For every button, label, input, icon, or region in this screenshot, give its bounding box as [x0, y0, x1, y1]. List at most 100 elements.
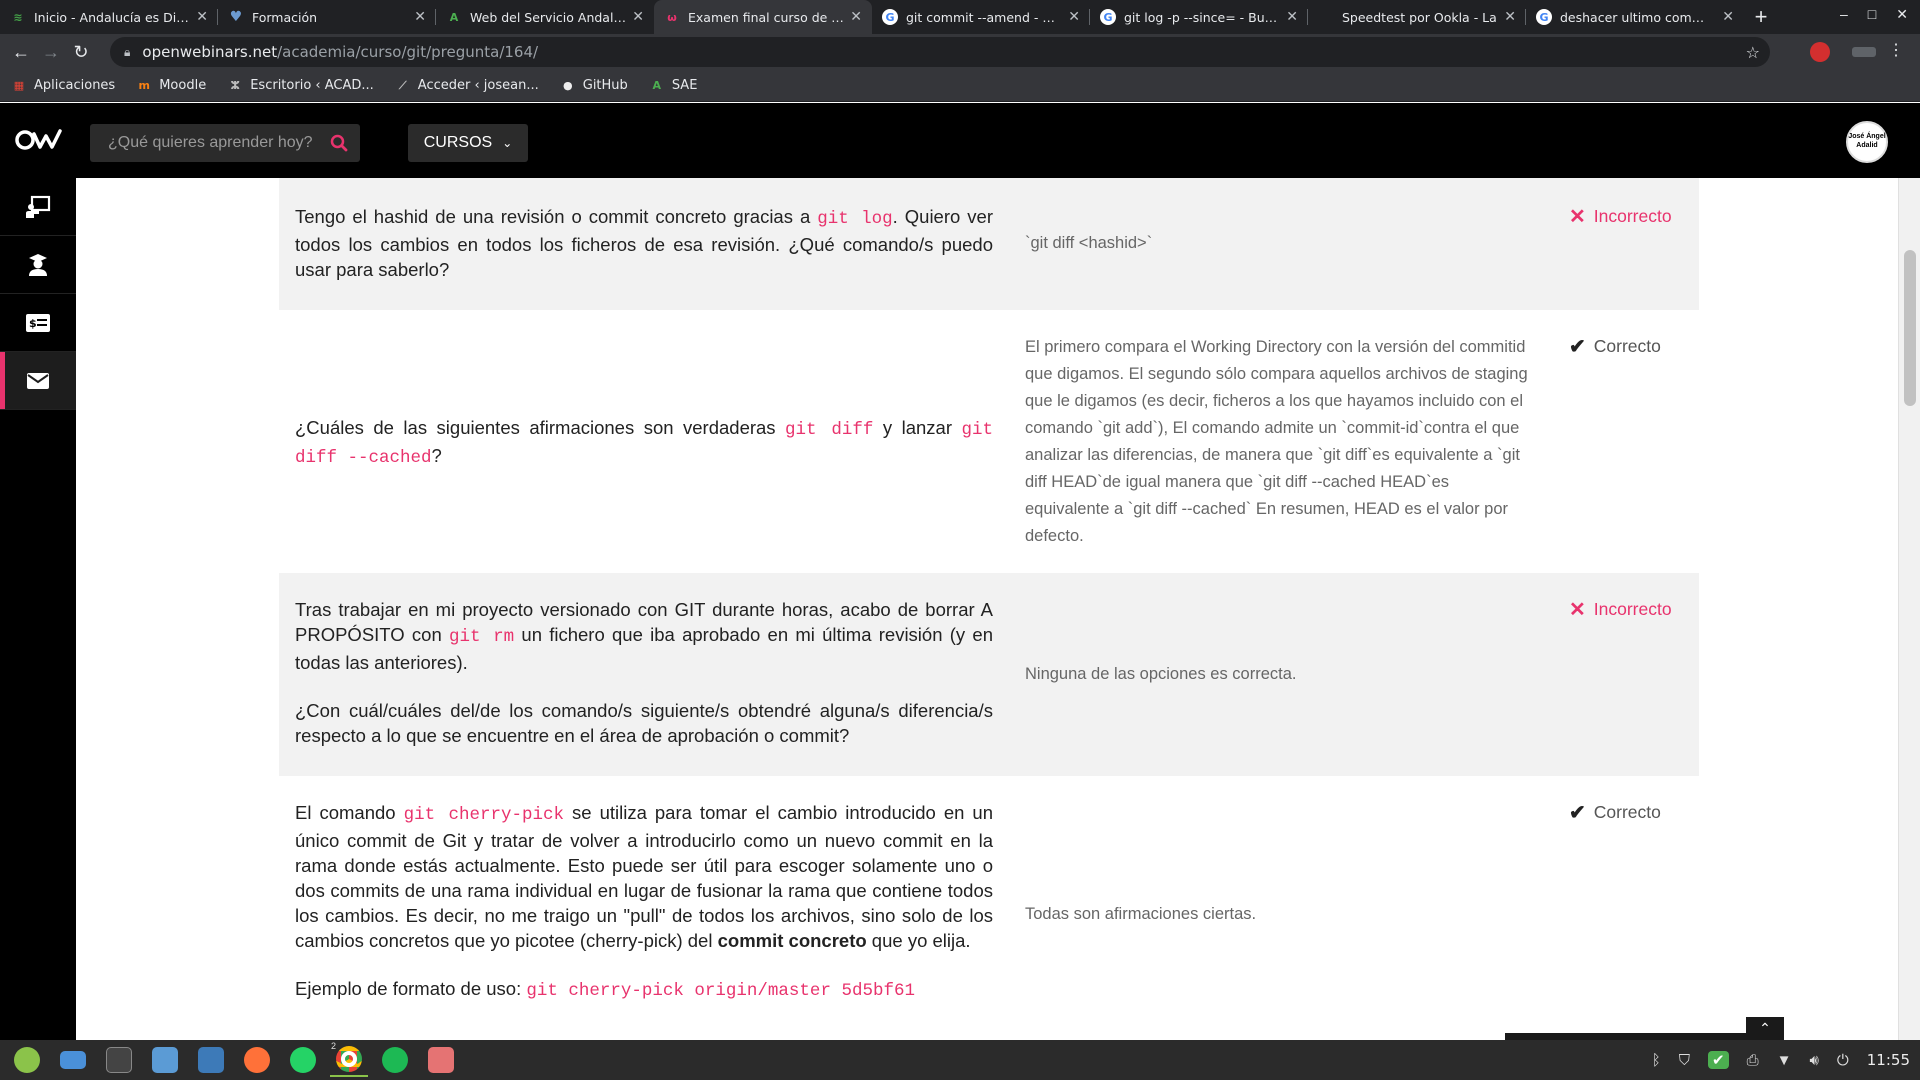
whatsapp-icon — [290, 1047, 316, 1073]
site-header: CURSOS ⌄ José Ángel Adalid — [0, 103, 1920, 178]
forward-arrow-icon[interactable]: → — [36, 37, 66, 67]
browser-tab[interactable]: ♥ Formación ✕ — [218, 0, 436, 34]
bluetooth-icon[interactable]: ᛒ — [1652, 1052, 1661, 1069]
close-tab-icon[interactable]: ✕ — [850, 9, 862, 25]
firefox-icon — [244, 1047, 270, 1073]
close-tab-icon[interactable]: ✕ — [414, 9, 426, 25]
taskbar-screenshot[interactable] — [192, 1043, 230, 1077]
answer-text: `git diff <hashid>` — [1025, 234, 1153, 252]
address-bar[interactable]: 🔒︎ openwebinars.net/academia/curso/git/p… — [110, 37, 1770, 67]
billing-icon: $ — [26, 313, 50, 332]
close-tab-icon[interactable]: ✕ — [1286, 9, 1298, 25]
taskbar-chrome[interactable]: 2 — [330, 1041, 368, 1077]
taskbar-spotify[interactable] — [376, 1043, 414, 1077]
clock[interactable]: 11:55 — [1867, 1051, 1910, 1069]
browser-tab[interactable]: G git log -p --since= - Buscar ✕ — [1090, 0, 1308, 34]
taskbar-image-viewer[interactable] — [422, 1043, 460, 1077]
google-favicon-icon: G — [1100, 9, 1116, 25]
bookmarks-bar: ▦ Aplicaciones m Moodle ⵣ Escritorio ‹ A… — [0, 70, 1920, 102]
wifi-icon[interactable]: ▼ — [1777, 1052, 1792, 1069]
taskbar-files[interactable] — [146, 1043, 184, 1077]
bookmark-acceder[interactable]: ⟋ Acceder ‹ josean... — [396, 78, 539, 93]
close-tab-icon[interactable]: ✕ — [1722, 9, 1734, 25]
heart-favicon-icon: ♥ — [229, 9, 243, 25]
reload-icon[interactable]: ↻ — [66, 37, 96, 67]
inline-code: git rm — [449, 627, 515, 647]
new-tab-button[interactable]: + — [1744, 0, 1778, 34]
extension-yab-icon[interactable] — [1810, 42, 1830, 62]
sidebar-item-courses[interactable] — [0, 178, 76, 236]
scrollbar-thumb[interactable] — [1904, 250, 1916, 406]
search-input[interactable] — [108, 134, 318, 152]
sidebar-item-training[interactable] — [0, 236, 76, 294]
url-path: /academia/curso/git/pregunta/164/ — [277, 43, 539, 61]
search-icon[interactable] — [330, 134, 348, 152]
question-row: Tengo el hashid de una revisión o commit… — [279, 178, 1699, 310]
question-row: ¿Cuáles de las siguientes afirmaciones s… — [279, 310, 1699, 573]
update-check-icon[interactable]: ✔ — [1707, 1051, 1729, 1069]
bookmark-star-icon[interactable]: ☆ — [1746, 43, 1760, 62]
taskbar-whatsapp[interactable] — [284, 1043, 322, 1077]
url-host: openwebinars.net — [142, 43, 278, 61]
bookmark-escritorio[interactable]: ⵣ Escritorio ‹ ACAD... — [228, 78, 374, 93]
browser-tab[interactable]: G git commit --amend - Busc ✕ — [872, 0, 1090, 34]
volume-icon[interactable]: 🔊︎ — [1809, 1052, 1818, 1069]
sidebar-item-messages[interactable] — [0, 352, 76, 410]
tab-title: Inicio - Andalucía es Digital — [34, 9, 191, 25]
question-text: Tengo el hashid de una revisión o commit… — [295, 206, 993, 280]
cross-icon: ✕ — [1569, 599, 1586, 621]
browser-tab-bar: ≋ Inicio - Andalucía es Digital ✕ ♥ Form… — [0, 0, 1920, 34]
wordpress-icon: ⵣ — [230, 79, 240, 92]
bookmark-github[interactable]: ● GitHub — [561, 78, 628, 93]
browser-tab[interactable]: Speedtest por Ookla - La ✕ — [1308, 0, 1526, 34]
apps-grid-icon: ▦ — [13, 79, 25, 92]
close-window-icon[interactable]: ✕ — [1896, 6, 1908, 23]
taskbar-firefox[interactable] — [238, 1043, 276, 1077]
menu-dots-icon[interactable]: ⋮ — [1888, 40, 1904, 60]
bookmark-aplicaciones[interactable]: ▦ Aplicaciones — [12, 78, 115, 93]
speedtest-favicon-icon — [1318, 9, 1334, 25]
browser-tab[interactable]: A Web del Servicio Andaluz ✕ — [436, 0, 654, 34]
sae-icon: A — [652, 79, 662, 92]
courses-dropdown-button[interactable]: CURSOS ⌄ — [408, 124, 528, 162]
shield-icon[interactable]: ⛉ — [1679, 1052, 1690, 1069]
minimize-icon[interactable]: – — [1840, 6, 1848, 23]
openwebinars-favicon-icon: ω — [667, 10, 677, 24]
browser-tab[interactable]: G deshacer ultimo commit - ✕ — [1526, 0, 1744, 34]
page-scrollbar[interactable] — [1898, 178, 1920, 1040]
mint-menu-button[interactable] — [8, 1043, 46, 1077]
taskbar-terminal[interactable] — [100, 1043, 138, 1077]
result-status: ✕ Incorrecto — [1569, 204, 1672, 229]
avatar[interactable]: José Ángel Adalid — [1846, 121, 1888, 163]
inline-code: git cherry-pick — [403, 805, 564, 825]
printer-icon[interactable]: ⎙ — [1747, 1052, 1759, 1069]
google-favicon-icon: G — [882, 9, 898, 25]
browser-tab-active[interactable]: ω Examen final curso de Git ✕ — [654, 0, 872, 34]
openwebinars-logo-icon[interactable] — [14, 125, 64, 155]
close-tab-icon[interactable]: ✕ — [1504, 9, 1516, 25]
back-arrow-icon[interactable]: ← — [6, 37, 36, 67]
bookmark-moodle[interactable]: m Moodle — [137, 78, 206, 93]
github-icon: ● — [562, 79, 573, 92]
result-label: Correcto — [1593, 802, 1661, 822]
close-tab-icon[interactable]: ✕ — [632, 9, 644, 25]
google-favicon-icon: G — [1536, 9, 1552, 25]
extension-bar-icon[interactable] — [1852, 47, 1876, 57]
question-text: ¿Cuáles de las siguientes afirmaciones s… — [295, 417, 994, 468]
system-tray: ᛒ ⛉ ✔ ⎙ ▼ 🔊︎ ⏻ 11:55 — [1652, 1040, 1910, 1080]
screenshot-icon — [198, 1047, 224, 1073]
chevron-up-icon[interactable]: ⌃ — [1746, 1017, 1784, 1040]
bookmark-sae[interactable]: A SAE — [650, 78, 698, 93]
linux-mint-icon — [14, 1047, 40, 1073]
terminal-icon — [106, 1047, 132, 1073]
close-tab-icon[interactable]: ✕ — [1068, 9, 1080, 25]
power-icon[interactable]: ⏻ — [1837, 1052, 1849, 1069]
chat-widget-bar[interactable] — [1505, 1033, 1770, 1040]
sidebar-item-billing[interactable]: $ — [0, 294, 76, 352]
maximize-icon[interactable]: □ — [1868, 6, 1876, 23]
bookmark-label: SAE — [671, 78, 698, 93]
browser-tab[interactable]: ≋ Inicio - Andalucía es Digital ✕ — [0, 0, 218, 34]
taskbar-show-desktop[interactable] — [54, 1043, 92, 1077]
close-tab-icon[interactable]: ✕ — [196, 9, 208, 25]
tab-title: git log -p --since= - Buscar — [1124, 9, 1281, 25]
